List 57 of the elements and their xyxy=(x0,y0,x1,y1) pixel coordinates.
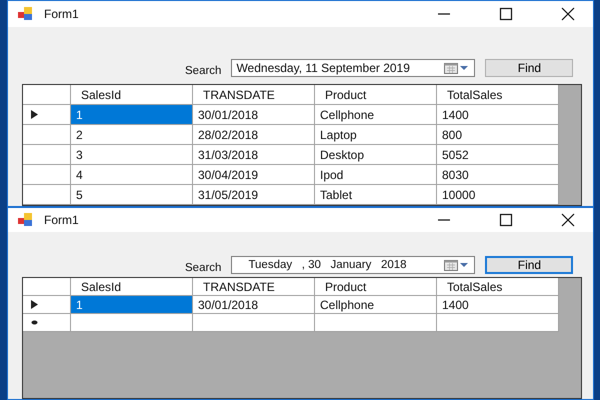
row-header[interactable] xyxy=(23,296,71,314)
window-title: Form1 xyxy=(44,213,79,227)
search-label: Search xyxy=(185,65,222,77)
table-cell[interactable]: 3 xyxy=(71,145,193,165)
table-cell[interactable]: 8030 xyxy=(437,165,559,185)
row-pointer-icon xyxy=(31,300,38,309)
table-cell[interactable]: 800 xyxy=(437,125,559,145)
table-cell[interactable] xyxy=(315,314,437,332)
column-header[interactable]: TotalSales xyxy=(437,85,559,105)
column-header[interactable]: TotalSales xyxy=(437,278,559,296)
table-cell[interactable]: Tablet xyxy=(315,185,437,205)
table-cell[interactable]: Ipod xyxy=(315,165,437,185)
table-cell[interactable]: 10000 xyxy=(437,185,559,205)
table-cell[interactable] xyxy=(437,314,559,332)
table-cell[interactable]: 5052 xyxy=(437,145,559,165)
table-cell[interactable]: Laptop xyxy=(315,125,437,145)
find-button[interactable]: Find xyxy=(485,256,574,274)
table-cell[interactable]: 2 xyxy=(71,125,193,145)
find-button[interactable]: Find xyxy=(485,59,574,77)
column-header[interactable]: Product xyxy=(315,85,437,105)
table-cell[interactable]: 30/01/2018 xyxy=(193,105,315,125)
calendar-dropdown-icon[interactable] xyxy=(444,62,470,74)
app-icon xyxy=(18,213,34,227)
date-picker[interactable]: Tuesday , 30 January 2018 xyxy=(231,256,476,274)
close-icon[interactable] xyxy=(561,7,575,21)
window-title: Form1 xyxy=(44,7,79,21)
row-header[interactable] xyxy=(23,105,71,125)
table-cell[interactable]: 1400 xyxy=(437,296,559,314)
table-cell[interactable]: 5 xyxy=(71,185,193,205)
calendar-dropdown-icon[interactable] xyxy=(444,259,470,271)
close-icon[interactable] xyxy=(561,213,575,227)
table-cell[interactable]: 28/02/2018 xyxy=(193,125,315,145)
table-cell[interactable]: Cellphone xyxy=(315,105,437,125)
table-cell[interactable] xyxy=(71,314,193,332)
table-cell[interactable]: 1400 xyxy=(437,105,559,125)
table-cell[interactable]: 31/03/2018 xyxy=(193,145,315,165)
maximize-icon[interactable] xyxy=(499,213,513,227)
table-cell[interactable]: 1 xyxy=(71,105,193,125)
maximize-icon[interactable] xyxy=(499,7,513,21)
column-header[interactable]: Product xyxy=(315,278,437,296)
column-header[interactable]: TRANSDATE xyxy=(193,278,315,296)
table-cell[interactable]: 30/01/2018 xyxy=(193,296,315,314)
table-cell[interactable]: 4 xyxy=(71,165,193,185)
table-cell[interactable] xyxy=(193,314,315,332)
new-row-icon xyxy=(31,320,38,325)
column-header[interactable]: SalesId xyxy=(71,85,193,105)
table-cell[interactable]: 1 xyxy=(71,296,193,314)
app-icon xyxy=(18,7,34,21)
column-header[interactable]: TRANSDATE xyxy=(193,85,315,105)
table-cell[interactable]: 31/05/2019 xyxy=(193,185,315,205)
row-pointer-icon xyxy=(31,110,38,119)
table-cell[interactable]: Cellphone xyxy=(315,296,437,314)
date-picker[interactable]: Wednesday, 11 September 2019 xyxy=(231,59,476,77)
table-cell[interactable]: 30/04/2019 xyxy=(193,165,315,185)
search-label: Search xyxy=(185,262,222,274)
table-cell[interactable]: Desktop xyxy=(315,145,437,165)
column-header[interactable]: SalesId xyxy=(71,278,193,296)
